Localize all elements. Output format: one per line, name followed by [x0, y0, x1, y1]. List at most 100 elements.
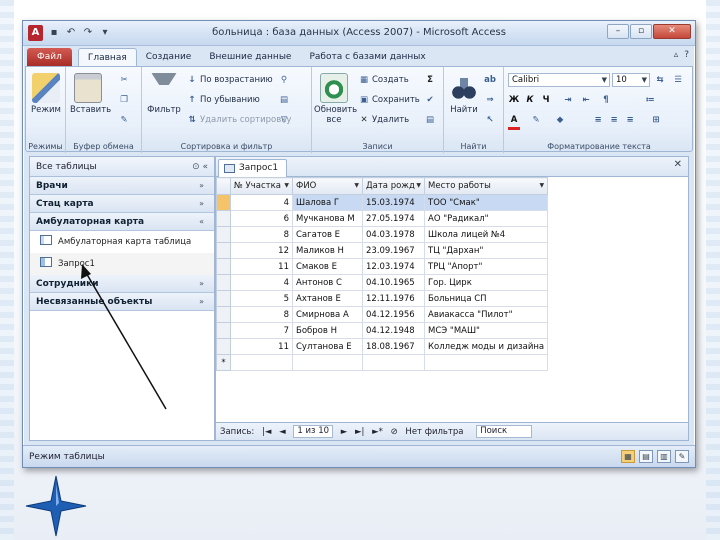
tab-file[interactable]: Файл	[27, 48, 72, 66]
help-icon[interactable]: ?	[684, 50, 689, 60]
indent-icon[interactable]: ⇥	[562, 93, 576, 107]
cell-birthdate[interactable]: 27.05.1974	[362, 210, 425, 227]
cell-name[interactable]: Султанова Е	[292, 338, 363, 355]
row-selector[interactable]	[216, 322, 231, 339]
tab-home[interactable]: Главная	[77, 48, 137, 66]
cell-plot[interactable]: 4	[230, 274, 293, 291]
cell-birthdate[interactable]: 04.12.1956	[362, 306, 425, 323]
pilcrow-icon[interactable]: ¶	[600, 93, 614, 107]
refresh-all-button[interactable]: Обновить все	[314, 73, 357, 125]
column-header-workplace[interactable]: Место работы ▼	[423, 177, 549, 195]
cell-workplace[interactable]: Больница СП	[423, 290, 549, 307]
tab-external-data[interactable]: Внешние данные	[200, 48, 300, 66]
cell-name[interactable]: Мучканова М	[292, 210, 363, 227]
cell-name[interactable]: Сагатов Е	[292, 226, 363, 243]
view-button[interactable]: Режим	[28, 73, 64, 115]
nav-group-doctors[interactable]: Врачи»	[30, 177, 214, 195]
nav-group-employees[interactable]: Сотрудники»	[30, 275, 214, 293]
table-row[interactable]: 7 Бобров Н 04.12.1948 МСЭ "МАШ"	[216, 322, 549, 339]
replace-icon[interactable]: ab	[484, 73, 498, 87]
table-row[interactable]: 5 Ахтанов Е 12.11.1976 Больница СП	[216, 290, 549, 307]
new-record-cell[interactable]	[423, 354, 549, 371]
row-selector[interactable]	[216, 258, 231, 275]
row-selector[interactable]	[216, 274, 231, 291]
cell-birthdate[interactable]: 04.10.1965	[362, 274, 425, 291]
new-record-button[interactable]: ▦ Создать	[358, 73, 409, 87]
cell-plot[interactable]: 8	[230, 306, 293, 323]
row-selector[interactable]	[216, 290, 231, 307]
cell-workplace[interactable]: АО "Радикал"	[423, 210, 549, 227]
tab-database-tools[interactable]: Работа с базами данных	[300, 48, 434, 66]
cell-plot[interactable]: 11	[230, 338, 293, 355]
table-row[interactable]: 4 Антонов С 04.10.1965 Гор. Цирк	[216, 274, 549, 291]
filter-button[interactable]: Фильтр	[146, 73, 182, 115]
align-center-icon[interactable]: ≡	[608, 113, 622, 127]
bullets-icon[interactable]: ≔	[644, 93, 658, 107]
font-name-select[interactable]: Calibri ▼	[508, 73, 610, 87]
nav-item-outpatient-table[interactable]: Амбулаторная карта таблица	[30, 231, 214, 253]
italic-button[interactable]: К	[524, 93, 538, 107]
nav-item-query1[interactable]: Запрос1	[30, 253, 214, 275]
close-icon[interactable]: ✕	[674, 159, 682, 170]
table-row[interactable]: 8 Смирнова А 04.12.1956 Авиакасса "Пилот"	[216, 306, 549, 323]
cell-plot[interactable]: 11	[230, 258, 293, 275]
column-header-plot[interactable]: № Участка ▼	[230, 177, 293, 195]
cell-birthdate[interactable]: 04.03.1978	[362, 226, 425, 243]
selection-filter-icon[interactable]: ⚲	[278, 73, 292, 87]
font-size-select[interactable]: 10 ▼	[612, 73, 650, 87]
row-selector[interactable]	[216, 306, 231, 323]
cell-workplace[interactable]: Авиакасса "Пилот"	[423, 306, 549, 323]
ribbon-minimize-icon[interactable]: ▵	[674, 50, 679, 60]
cell-birthdate[interactable]: 12.03.1974	[362, 258, 425, 275]
table-row[interactable]: 11 Султанова Е 18.08.1967 Колледж моды и ди…	[216, 338, 549, 355]
new-record-cell[interactable]	[230, 354, 293, 371]
new-record-nav-button[interactable]: ►*	[372, 427, 383, 437]
column-header-name[interactable]: ФИО ▼	[292, 177, 363, 195]
cell-name[interactable]: Маликов Н	[292, 242, 363, 259]
cell-workplace[interactable]: Гор. Цирк	[423, 274, 549, 291]
cell-workplace[interactable]: МСЭ "МАШ"	[423, 322, 549, 339]
row-selector[interactable]	[216, 226, 231, 243]
new-record-cell[interactable]	[292, 354, 363, 371]
cell-workplace[interactable]: Школа лицей №4	[423, 226, 549, 243]
last-record-button[interactable]: ►|	[355, 427, 364, 437]
nav-group-inpatient-card[interactable]: Стац карта»	[30, 195, 214, 213]
toggle-filter-icon[interactable]: ▽	[278, 113, 292, 127]
column-header-birthdate[interactable]: Дата рожд ▼	[362, 177, 425, 195]
search-input[interactable]: Поиск	[476, 425, 533, 438]
table-row[interactable]: 11 Смаков Е 12.03.1974 ТРЦ "Апорт"	[216, 258, 549, 275]
sort-ascending-button[interactable]: ↓ По возрастанию	[186, 73, 272, 87]
table-row[interactable]: 8 Сагатов Е 04.03.1978 Школа лицей №4	[216, 226, 549, 243]
maximize-button[interactable]: ▫	[630, 24, 652, 39]
table-row[interactable]: 12 Маликов Н 23.09.1967 ТЦ "Дархан"	[216, 242, 549, 259]
copy-icon[interactable]: ❐	[118, 93, 132, 107]
table-row[interactable]: 6 Мучканова М 27.05.1974 АО "Радикал"	[216, 210, 549, 227]
next-record-button[interactable]: ►	[341, 427, 348, 437]
cell-birthdate[interactable]: 04.12.1948	[362, 322, 425, 339]
cell-plot[interactable]: 7	[230, 322, 293, 339]
cell-name[interactable]: Антонов С	[292, 274, 363, 291]
gridlines-icon[interactable]: ⊞	[650, 113, 664, 127]
bold-button[interactable]: Ж	[508, 93, 522, 107]
filter-status[interactable]: ⊘ Нет фильтра	[391, 427, 469, 437]
row-selector[interactable]	[216, 210, 231, 227]
delete-record-button[interactable]: ✕ Удалить	[358, 113, 409, 127]
tab-query1[interactable]: Запрос1	[218, 159, 288, 177]
nav-controls[interactable]: ⊙ «	[192, 157, 208, 177]
font-color-button[interactable]: A	[508, 113, 522, 130]
advanced-filter-icon[interactable]: ▤	[278, 93, 292, 107]
cell-workplace[interactable]: ТОО "Смак"	[423, 194, 549, 211]
cell-name[interactable]: Бобров Н	[292, 322, 363, 339]
row-selector[interactable]	[216, 242, 231, 259]
nav-group-outpatient-card[interactable]: Амбулаторная карта «	[30, 213, 214, 231]
record-position-field[interactable]: 1 из 10	[293, 425, 334, 438]
pivot-chart-view-icon[interactable]: ▥	[657, 450, 671, 463]
more-icon[interactable]: ▤	[424, 113, 438, 127]
cell-name[interactable]: Ахтанов Е	[292, 290, 363, 307]
nav-header[interactable]: Все таблицы ⊙ «	[30, 157, 214, 177]
cell-birthdate[interactable]: 23.09.1967	[362, 242, 425, 259]
datasheet-view-icon[interactable]: ▦	[621, 450, 635, 463]
first-record-button[interactable]: |◄	[262, 427, 271, 437]
design-view-icon[interactable]: ✎	[675, 450, 689, 463]
remove-sort-button[interactable]: ⇅ Удалить сортировку	[186, 113, 291, 127]
